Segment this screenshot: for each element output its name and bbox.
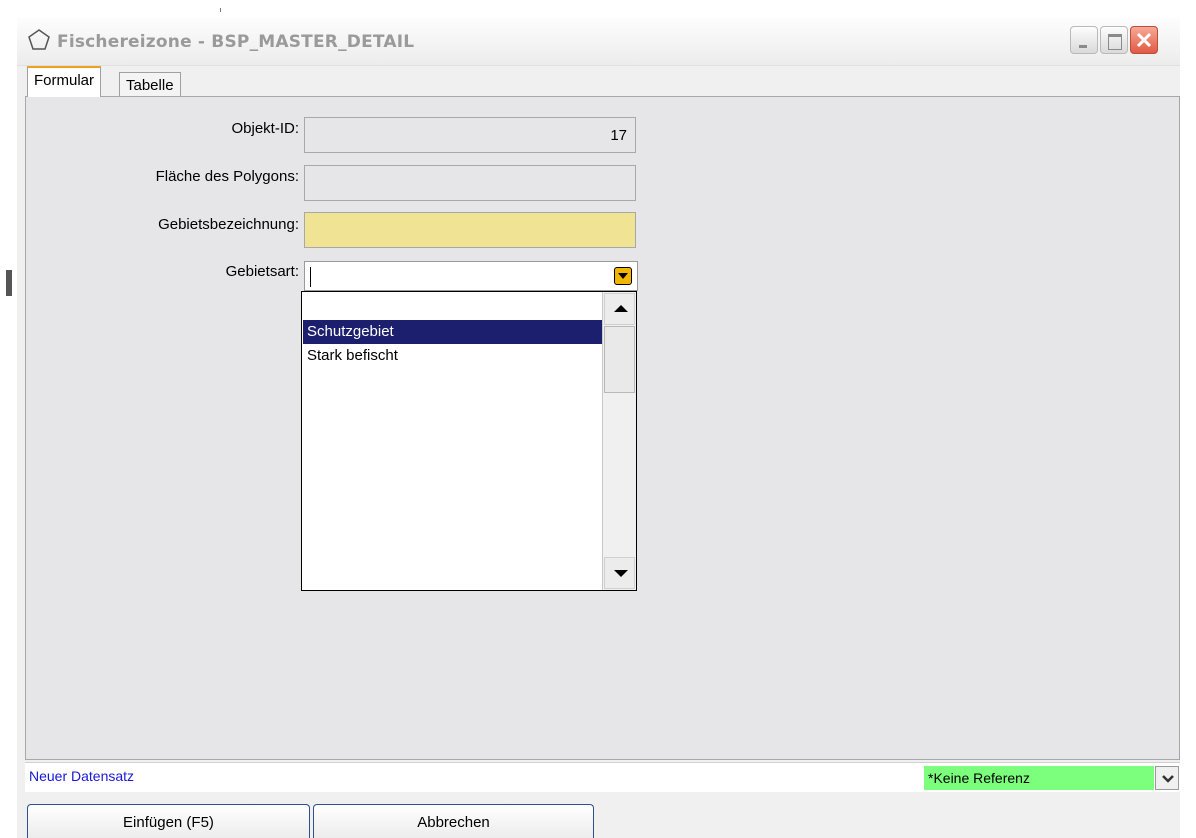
button-bar: Einfügen (F5) Abbrechen [17, 802, 1180, 838]
reference-selector[interactable]: *Keine Referenz [924, 766, 1154, 790]
polygon-icon [28, 29, 50, 50]
objekt-id-label: Objekt-ID: [231, 120, 299, 137]
gebietsart-combobox[interactable] [304, 261, 638, 291]
gebietsart-dropdown-list[interactable]: Schutzgebiet Stark befischt [301, 291, 637, 591]
form-window: Fischereizone - BSP_MASTER_DETAIL Formul… [17, 18, 1180, 838]
scroll-down-arrow-icon[interactable] [604, 557, 635, 589]
title-bar[interactable]: Fischereizone - BSP_MASTER_DETAIL [17, 18, 1180, 66]
tab-tabelle[interactable]: Tabelle [119, 72, 181, 97]
cancel-button[interactable]: Abbrechen [313, 804, 594, 838]
gebietsart-label: Gebietsart: [225, 263, 299, 280]
desktop-mark [6, 270, 12, 296]
close-icon [1136, 32, 1152, 48]
close-button[interactable] [1130, 26, 1158, 54]
dropdown-option-schutzgebiet[interactable]: Schutzgebiet [303, 320, 602, 344]
dropdown-option-empty[interactable] [303, 293, 602, 317]
dropdown-scrollbar[interactable] [602, 292, 636, 590]
reference-value: *Keine Referenz [928, 770, 1030, 786]
flaeche-field [304, 165, 636, 201]
reference-dropdown-button[interactable] [1155, 766, 1179, 790]
minimize-button[interactable] [1070, 26, 1098, 54]
window-title: Fischereizone - BSP_MASTER_DETAIL [57, 32, 415, 52]
objekt-id-value: 17 [610, 127, 627, 144]
scroll-thumb[interactable] [604, 326, 635, 393]
maximize-button[interactable] [1100, 26, 1128, 54]
chevron-down-icon [1162, 775, 1174, 783]
scroll-up-arrow-icon[interactable] [604, 293, 635, 325]
status-bar: Neuer Datensatz *Keine Referenz [25, 762, 1180, 792]
insert-button[interactable]: Einfügen (F5) [27, 804, 310, 838]
form-panel: Objekt-ID: 17 Fläche des Polygons: Gebie… [25, 96, 1180, 760]
text-cursor [310, 267, 311, 287]
dropdown-option-stark-befischt[interactable]: Stark befischt [303, 344, 602, 368]
dropdown-arrow-icon[interactable] [614, 267, 632, 285]
gebietsbezeichnung-label: Gebietsbezeichnung: [158, 216, 299, 233]
status-text: Neuer Datensatz [29, 768, 135, 784]
tab-strip: Formular Tabelle [17, 66, 1180, 97]
desktop-mark [220, 8, 221, 12]
objekt-id-field: 17 [304, 117, 636, 153]
tab-formular[interactable]: Formular [27, 66, 102, 97]
gebietsbezeichnung-input[interactable] [304, 212, 636, 248]
flaeche-label: Fläche des Polygons: [155, 168, 299, 185]
